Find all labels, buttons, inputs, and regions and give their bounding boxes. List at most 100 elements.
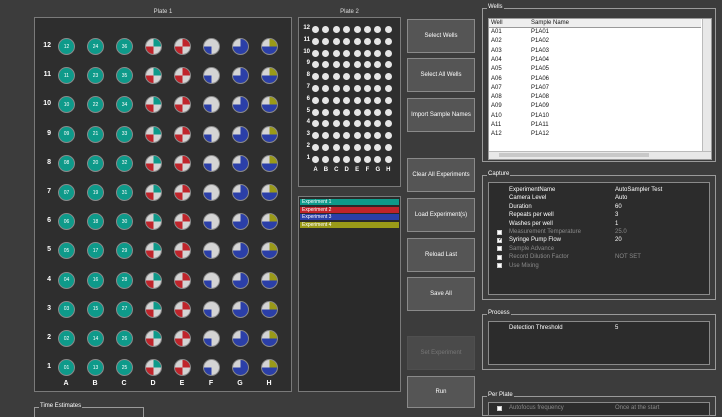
plate2-well[interactable] [322,144,330,151]
capture-value[interactable]: 25.0 [615,228,627,236]
capture-row[interactable]: Sample Advance [489,245,709,253]
plate1-well[interactable] [232,67,249,85]
plate2-well[interactable] [332,37,340,45]
plate2-well[interactable] [374,26,382,33]
capture-row[interactable]: Duration 60 [489,203,709,211]
plate2-well[interactable] [343,120,351,128]
plate2-well[interactable] [332,96,340,104]
plate2-well[interactable] [312,120,319,128]
plate2-well[interactable] [322,73,330,81]
wells-table-row[interactable]: A12 P1A12 [489,130,701,139]
plate2-well[interactable] [353,85,361,92]
run-button[interactable]: Run [407,376,475,408]
plate1-well[interactable] [174,154,191,172]
plate1-well[interactable] [145,96,162,114]
capture-value[interactable]: 60 [615,203,622,211]
plate2-well[interactable] [343,37,351,45]
plate2-well[interactable] [312,144,319,151]
plate1-well[interactable] [145,38,162,55]
plate1-well[interactable]: 26 [116,330,133,347]
plate2-well[interactable] [384,85,392,92]
plate2-well[interactable] [322,120,330,128]
plate2-well[interactable] [343,26,351,33]
plate1-well[interactable] [203,184,220,201]
capture-checkbox[interactable] [497,229,502,235]
capture-checkbox[interactable] [497,254,502,260]
plate1-well[interactable]: 33 [116,125,133,143]
experiment-item[interactable]: Experiment 1 [300,199,399,205]
plate2-well[interactable] [384,26,392,33]
reload-last-button[interactable]: Reload Last [407,238,475,272]
plate2-well[interactable] [353,37,361,45]
plate2-well[interactable] [322,132,330,140]
plate2-well[interactable] [343,85,351,92]
plate2-well[interactable] [384,155,392,163]
plate1-well[interactable] [232,300,249,318]
plate2-well[interactable] [343,61,351,69]
capture-row[interactable]: Washes per well 1 [489,220,709,228]
plate1-well[interactable] [174,300,191,318]
plate1-well[interactable]: 04 [58,271,75,289]
plate2-well[interactable] [312,108,319,116]
plate2-well[interactable] [374,132,382,140]
plate1-well[interactable] [203,213,220,231]
wells-table-row[interactable]: A03 P1A03 [489,47,701,56]
capture-value[interactable]: 20 [615,236,622,244]
capture-value[interactable]: Auto [615,194,627,202]
capture-row[interactable]: Measurement Temperature 25.0 [489,228,709,236]
plate1-well[interactable]: 32 [116,154,133,172]
save-all-button[interactable]: Save All [407,277,475,311]
plate1-well[interactable] [174,242,191,260]
wells-table[interactable]: Well Sample Name A01 P1A01 A02 P1A02 A03 P1A0… [488,18,712,160]
plate2-well[interactable] [364,144,371,151]
plate1-well[interactable] [203,96,220,114]
plate1-well[interactable]: 02 [58,330,75,347]
plate1-well[interactable] [145,213,162,231]
plate2-well[interactable] [312,85,319,92]
plate1-well[interactable] [203,67,220,85]
plate2-well[interactable] [312,26,319,33]
plate1-well[interactable] [145,359,162,377]
plate2-well[interactable] [322,108,330,116]
capture-value[interactable]: 1 [615,220,618,228]
select-all-wells-button[interactable]: Select All Wells [407,58,475,92]
plate2-well[interactable] [374,37,382,45]
plate2-well[interactable] [374,49,382,57]
plate1-well[interactable] [174,213,191,231]
plate2-well[interactable] [312,73,319,81]
plate2-well[interactable] [353,96,361,104]
wells-table-row[interactable]: A02 P1A02 [489,37,701,46]
plate2-well[interactable] [384,132,392,140]
plate2-well[interactable] [353,108,361,116]
plate1-well[interactable]: 11 [58,67,75,85]
plate1-well[interactable]: 17 [87,242,104,260]
plate1-well[interactable] [261,271,278,289]
plate1-well[interactable] [145,242,162,260]
plate2-well[interactable] [364,120,371,128]
select-wells-button[interactable]: Select Wells [407,19,475,53]
wells-table-row[interactable]: A11 P1A11 [489,121,701,130]
capture-value[interactable]: 3 [615,211,618,219]
plate1-well[interactable] [174,330,191,347]
plate2-well[interactable] [364,155,371,163]
plate1-well[interactable] [261,242,278,260]
plate1-well[interactable]: 31 [116,184,133,201]
plate2-well[interactable] [384,61,392,69]
plate2-well[interactable] [374,61,382,69]
plate2-well[interactable] [364,108,371,116]
plate1-well[interactable] [174,67,191,85]
plate1-well[interactable] [174,96,191,114]
wells-hscroll-thumb[interactable] [499,153,649,157]
plate2-well[interactable] [312,96,319,104]
plate1-well[interactable] [203,154,220,172]
plate1-well[interactable] [145,154,162,172]
plate2-well[interactable] [332,120,340,128]
plate2-well[interactable] [384,120,392,128]
capture-row[interactable]: ✓ Syringe Pump Flow 20 [489,236,709,244]
capture-row[interactable]: Use Mixing [489,262,709,270]
plate2-well[interactable] [374,120,382,128]
plate1-well[interactable]: 18 [87,213,104,231]
plate1-well[interactable] [261,96,278,114]
plate1-well[interactable]: 16 [87,271,104,289]
plate1-well[interactable] [232,154,249,172]
